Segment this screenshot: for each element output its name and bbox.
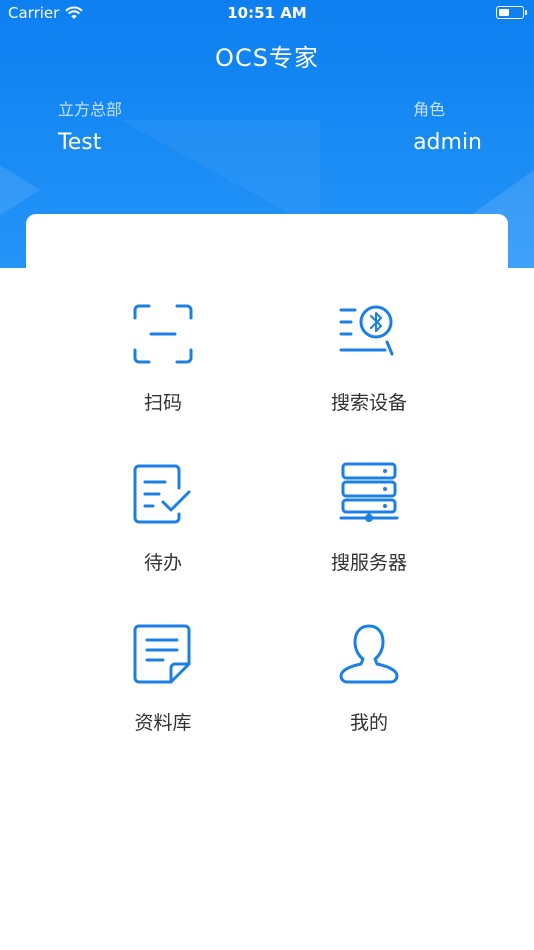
document-icon: [133, 624, 191, 684]
menu-label-search-device: 搜索设备: [330, 392, 407, 414]
server-icon: [339, 462, 399, 522]
menu-label-mine: 我的: [349, 712, 388, 734]
role-info: 角色 admin: [413, 96, 482, 155]
page-title: OCS专家: [215, 44, 319, 72]
status-time: 10:51 AM: [227, 4, 307, 22]
menu-item-todo[interactable]: 待办: [63, 462, 263, 592]
bluetooth-search-icon: [339, 305, 394, 356]
org-info: 立方总部 Test: [58, 96, 122, 155]
menu-item-scan[interactable]: 扫码: [63, 302, 263, 432]
menu-label-search-server: 搜服务器: [330, 552, 407, 574]
todo-icon: [133, 464, 191, 524]
org-label: 立方总部: [58, 100, 123, 119]
role-label: 角色: [413, 100, 446, 119]
menu-label-library: 资料库: [134, 712, 192, 734]
status-bar: Carrier 10:51 AM: [0, 0, 534, 28]
app-screen: Carrier 10:51 AM OCS专家 立方总部 Test 角色 admi…: [0, 0, 534, 950]
menu-item-search-server[interactable]: 搜服务器: [269, 462, 469, 592]
menu-item-search-device[interactable]: 搜索设备: [269, 302, 469, 432]
battery-icon: [496, 6, 527, 19]
menu-label-scan: 扫码: [143, 392, 182, 414]
user-icon: [339, 624, 399, 684]
battery-level: [499, 9, 509, 16]
menu-item-library[interactable]: 资料库: [63, 622, 263, 752]
menu-card: 扫码 搜索设备 待办 搜服务器 资料库 我的: [26, 214, 508, 950]
menu-item-mine[interactable]: 我的: [269, 622, 469, 752]
menu-label-todo: 待办: [143, 552, 182, 574]
org-value: Test: [58, 130, 102, 155]
scan-icon: [133, 304, 193, 364]
role-value: admin: [413, 130, 482, 155]
